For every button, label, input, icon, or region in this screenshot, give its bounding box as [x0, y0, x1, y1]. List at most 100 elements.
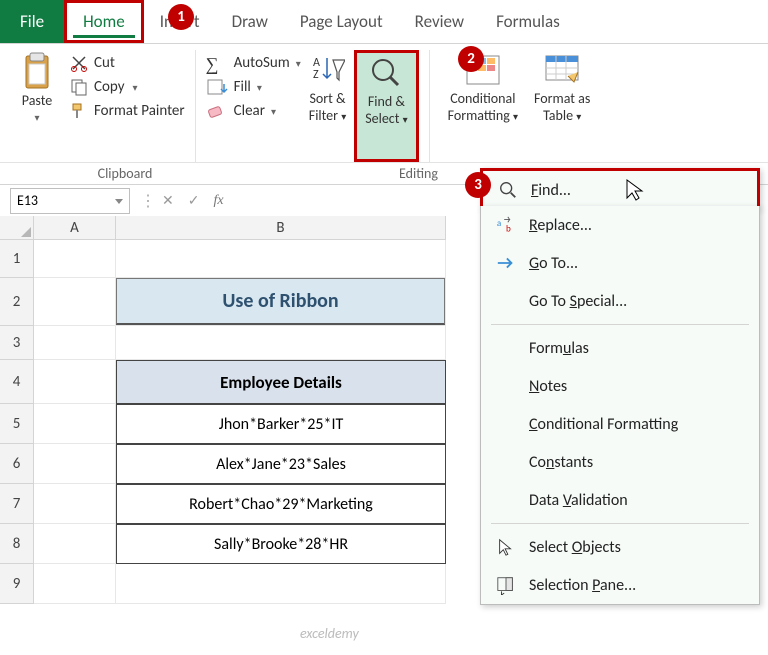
blank-icon: [495, 290, 517, 312]
page-layout-tab[interactable]: Page Layout: [284, 0, 399, 43]
row-header[interactable]: 1: [0, 240, 34, 278]
menu-item-replace[interactable]: ab Replace...: [481, 206, 759, 244]
table-row[interactable]: Sally*Brooke*28*HR: [116, 524, 446, 564]
chevron-down-icon[interactable]: ▾: [133, 81, 138, 94]
home-tab[interactable]: Home: [64, 0, 144, 43]
cancel-formula-button[interactable]: ✕: [162, 192, 174, 209]
format-painter-button[interactable]: Format Painter: [70, 102, 185, 120]
fill-label: Fill: [234, 78, 251, 96]
menu-item-data-validation[interactable]: Data Validation: [481, 481, 759, 519]
cell[interactable]: [34, 240, 116, 278]
name-box[interactable]: E13: [10, 188, 130, 214]
table-row[interactable]: Robert*Chao*29*Marketing: [116, 484, 446, 524]
menu-label: Formulas: [529, 339, 589, 358]
table-row[interactable]: Alex*Jane*23*Sales: [116, 444, 446, 484]
cell[interactable]: [34, 444, 116, 484]
clipboard-icon: [20, 52, 54, 92]
cell[interactable]: [34, 524, 116, 564]
row-header[interactable]: 2: [0, 278, 34, 326]
cell[interactable]: [34, 360, 116, 404]
file-tab[interactable]: File: [0, 0, 64, 43]
row-header[interactable]: 9: [0, 564, 34, 604]
menu-label: Select Objects: [529, 538, 621, 557]
format-as-table-button[interactable]: Format as Table ▾: [526, 50, 598, 162]
row-header[interactable]: 8: [0, 524, 34, 564]
sort-filter-button[interactable]: AZ Sort & Filter ▾: [301, 50, 354, 162]
row-header[interactable]: 5: [0, 404, 34, 444]
chevron-down-icon[interactable]: ▾: [257, 81, 262, 94]
clipboard-group-label: Clipboard: [0, 163, 250, 184]
menu-separator: [491, 523, 749, 524]
menu-label: Go To Special...: [529, 292, 627, 311]
chevron-down-icon[interactable]: ▾: [34, 111, 39, 124]
menu-item-selection-pane[interactable]: Selection Pane...: [481, 566, 759, 604]
table-row[interactable]: Jhon*Barker*25*IT: [116, 404, 446, 444]
cell[interactable]: [116, 564, 446, 604]
menu-label: Notes: [529, 377, 567, 396]
cell[interactable]: [34, 564, 116, 604]
find-select-menu-top: Find...: [480, 168, 760, 209]
scissors-icon: [70, 54, 88, 72]
fmt-table-label2: Table ▾: [543, 107, 581, 124]
draw-tab[interactable]: Draw: [216, 0, 284, 43]
row-header[interactable]: 3: [0, 326, 34, 360]
blank-icon: [495, 337, 517, 359]
autosum-button[interactable]: ∑ AutoSum ▾: [206, 54, 301, 72]
menu-separator: [491, 324, 749, 325]
menu-item-goto-special[interactable]: Go To Special...: [481, 282, 759, 320]
paste-label: Paste: [22, 92, 52, 109]
paste-button[interactable]: Paste ▾: [10, 50, 64, 162]
arrow-right-icon: [495, 252, 517, 274]
review-tab[interactable]: Review: [399, 0, 480, 43]
cell[interactable]: [34, 278, 116, 326]
row-header[interactable]: 4: [0, 360, 34, 404]
cond-fmt-label: Conditional: [450, 90, 515, 107]
col-header-b[interactable]: B: [116, 216, 446, 240]
menu-item-find[interactable]: Find...: [483, 171, 757, 209]
fmt-table-label: Format as: [534, 90, 590, 107]
conditional-formatting-button[interactable]: Conditional Formatting ▾: [440, 50, 526, 162]
clipboard-group: Paste ▾ Cut Copy ▾ Format Painter: [0, 50, 196, 162]
cut-button[interactable]: Cut: [70, 54, 185, 72]
menu-item-select-objects[interactable]: Select Objects: [481, 528, 759, 566]
sort-filter-label: Sort &: [309, 90, 345, 107]
menu-item-notes[interactable]: Notes: [481, 367, 759, 405]
cell[interactable]: [116, 326, 446, 360]
chevron-down-icon[interactable]: ▾: [271, 105, 276, 118]
menu-item-goto[interactable]: Go To...: [481, 244, 759, 282]
select-all-corner[interactable]: [0, 216, 34, 240]
autosum-label: AutoSum: [234, 54, 290, 72]
fill-button[interactable]: Fill ▾: [206, 78, 301, 96]
menu-label: Selection Pane...: [529, 576, 636, 595]
col-header-a[interactable]: A: [34, 216, 116, 240]
cell-title[interactable]: Use of Ribbon: [116, 278, 446, 326]
blank-icon: [495, 489, 517, 511]
find-select-button[interactable]: Find & Select ▾: [354, 50, 418, 162]
cell[interactable]: [34, 484, 116, 524]
copy-button[interactable]: Copy ▾: [70, 78, 185, 96]
table-header-cell[interactable]: Employee Details: [116, 360, 446, 404]
insert-function-button[interactable]: fx: [213, 193, 223, 209]
row-header[interactable]: 6: [0, 444, 34, 484]
editing-group: ∑ AutoSum ▾ Fill ▾ Clear ▾ AZ: [196, 50, 430, 162]
fill-down-icon: [206, 78, 228, 96]
magnifier-icon: [368, 55, 404, 91]
cell[interactable]: [34, 326, 116, 360]
row-header[interactable]: 7: [0, 484, 34, 524]
pointer-icon: [495, 536, 517, 558]
clear-button[interactable]: Clear ▾: [206, 102, 301, 120]
formulas-tab[interactable]: Formulas: [480, 0, 576, 43]
sort-filter-label2: Filter ▾: [309, 107, 346, 124]
splitter-handle[interactable]: ⋮: [140, 191, 148, 211]
selection-pane-icon: [495, 574, 517, 596]
enter-formula-button[interactable]: ✓: [188, 192, 200, 209]
cell[interactable]: [116, 240, 446, 278]
menu-item-constants[interactable]: Constants: [481, 443, 759, 481]
blank-icon: [495, 375, 517, 397]
menu-item-formulas[interactable]: Formulas: [481, 329, 759, 367]
menu-item-cond-fmt[interactable]: Conditional Formatting: [481, 405, 759, 443]
cell[interactable]: [34, 404, 116, 444]
sigma-icon: ∑: [206, 54, 228, 72]
cond-fmt-label2: Formatting ▾: [448, 107, 518, 124]
callout-3: 3: [465, 172, 491, 198]
